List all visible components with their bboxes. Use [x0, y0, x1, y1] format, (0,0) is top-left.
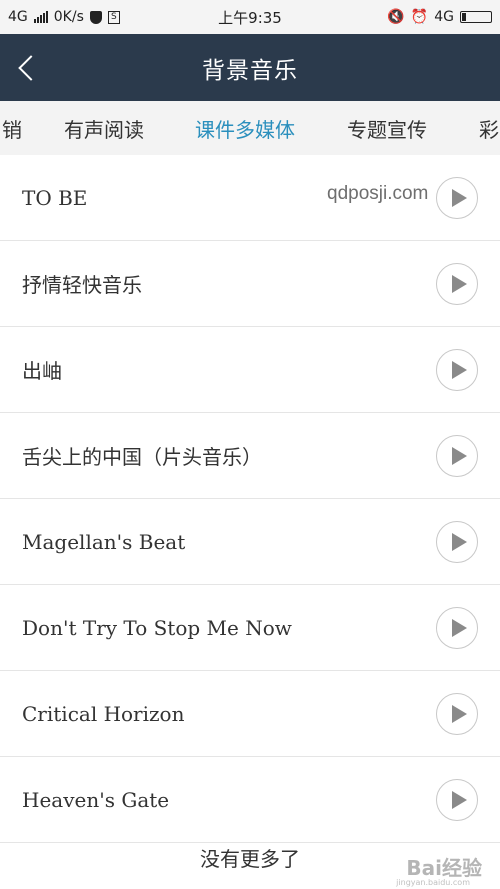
list-item[interactable]: Heaven's Gate	[0, 757, 500, 843]
no-more-label: 没有更多了	[200, 847, 300, 871]
song-title: 舌尖上的中国（片头音乐）	[22, 445, 262, 469]
list-item[interactable]: TO BE	[0, 155, 500, 241]
song-title: Magellan's Beat	[22, 529, 186, 554]
song-title: Heaven's Gate	[22, 787, 170, 812]
song-title: 抒情轻快音乐	[22, 273, 142, 297]
tab-track: 销 有声阅读 课件多媒体 专题宣传 彩	[0, 101, 500, 155]
tab-audio-reading[interactable]: 有声阅读	[64, 114, 144, 143]
play-icon	[451, 360, 467, 379]
play-icon	[451, 704, 467, 723]
play-icon	[451, 188, 467, 207]
list-item[interactable]: 舌尖上的中国（片头音乐）	[0, 413, 500, 499]
play-button[interactable]	[436, 262, 478, 305]
speed-label: 0K/s	[53, 9, 84, 25]
play-icon	[451, 446, 467, 465]
play-icon	[451, 274, 467, 293]
tab-bar[interactable]: 销 有声阅读 课件多媒体 专题宣传 彩	[0, 101, 500, 156]
watermark-sub: jingyan.baidu.com	[396, 878, 470, 887]
signal-icon	[33, 11, 48, 23]
play-button[interactable]	[436, 692, 478, 735]
list-item[interactable]: Critical Horizon	[0, 671, 500, 757]
network-label: 4G	[8, 9, 28, 25]
play-button[interactable]	[436, 606, 478, 649]
mute-icon: 🔇	[387, 9, 405, 25]
shield-icon	[89, 10, 102, 24]
tab-courseware-multimedia[interactable]: 课件多媒体	[195, 114, 295, 143]
tab-topic-promotion[interactable]: 专题宣传	[347, 114, 427, 143]
play-button[interactable]	[436, 520, 478, 563]
play-icon	[451, 532, 467, 551]
play-button[interactable]	[436, 176, 478, 219]
play-button[interactable]	[436, 348, 478, 391]
alarm-icon: ⏰	[410, 9, 429, 25]
network-label-right: 4G	[434, 9, 454, 25]
song-title: 出岫	[22, 359, 62, 383]
music-list: TO BE 抒情轻快音乐 出岫 舌尖上的中国（片头音乐） Magellan's …	[0, 155, 500, 843]
song-title: Critical Horizon	[22, 701, 185, 726]
play-button[interactable]	[436, 434, 478, 477]
page-title: 背景音乐	[202, 57, 298, 84]
status-right: 🔇 ⏰ 4G	[387, 9, 492, 25]
list-item[interactable]: Magellan's Beat	[0, 499, 500, 585]
status-left: 4G 0K/s S	[8, 9, 120, 25]
tab-partial-left[interactable]: 销	[2, 114, 22, 143]
list-item[interactable]: 抒情轻快音乐	[0, 241, 500, 327]
header: 背景音乐	[0, 34, 500, 101]
status-bar: 4G 0K/s S 上午9:35 🔇 ⏰ 4G	[0, 0, 500, 34]
sim-icon: S	[107, 10, 120, 24]
play-icon	[451, 790, 467, 809]
song-title: TO BE	[22, 185, 88, 210]
back-button[interactable]	[14, 48, 44, 88]
song-title: Don't Try To Stop Me Now	[22, 615, 292, 640]
play-button[interactable]	[436, 778, 478, 821]
list-item[interactable]: Don't Try To Stop Me Now	[0, 585, 500, 671]
play-icon	[451, 618, 467, 637]
battery-icon	[460, 11, 492, 23]
list-item[interactable]: 出岫	[0, 327, 500, 413]
tab-partial-right[interactable]: 彩	[479, 114, 499, 143]
chevron-left-icon	[18, 54, 44, 81]
